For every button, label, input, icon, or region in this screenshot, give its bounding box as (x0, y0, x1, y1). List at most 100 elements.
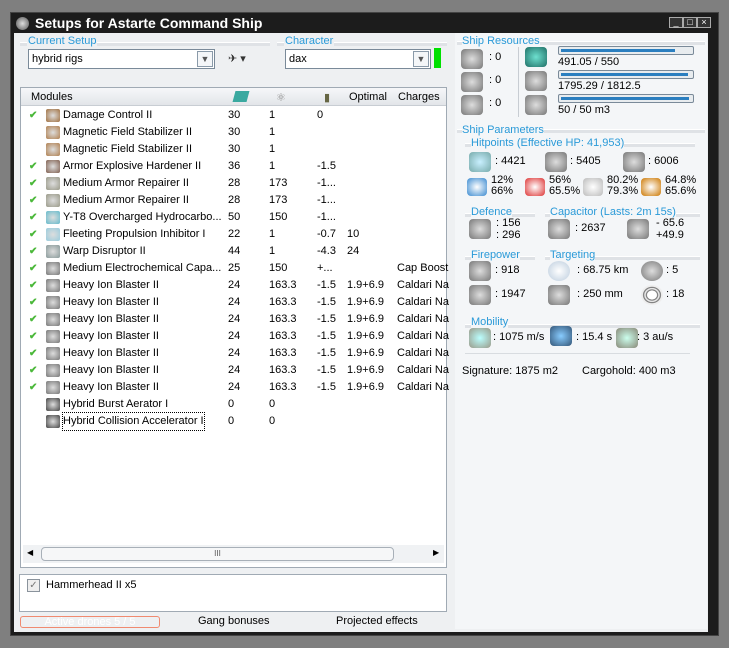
drone-checkbox[interactable]: ✓ (27, 579, 40, 592)
module-icon (46, 364, 60, 377)
active-check-icon[interactable]: ✔ (29, 226, 37, 243)
close-button[interactable]: × (697, 17, 711, 28)
module-powergrid: 163.3 (269, 381, 297, 393)
table-row[interactable]: ✔ Medium Armor Repairer II 28 173 -1... (21, 175, 446, 192)
maximize-button[interactable]: □ (683, 17, 697, 28)
module-powergrid: 1 (269, 160, 276, 172)
table-row[interactable]: ✔ Heavy Ion Blaster II 24 163.3 -1.5 1.9+6.9 C… (21, 362, 449, 379)
ship-menu-button[interactable]: ✈ ▾ (228, 52, 246, 65)
ship-parameters-label: Ship Parameters (462, 124, 544, 136)
character-label: Character (284, 35, 335, 47)
module-capacitor: 0 (317, 109, 324, 121)
active-check-icon[interactable]: ✔ (29, 243, 37, 260)
tab-active-drones[interactable]: Active drones 5 / 5 (20, 616, 160, 628)
table-row[interactable]: ✔ Damage Control II 30 1 0 (21, 107, 446, 124)
table-row[interactable]: ✔ Heavy Ion Blaster II 24 163.3 -1.5 1.9+6.9 C… (21, 311, 449, 328)
targeting-range-icon (548, 261, 570, 281)
module-powergrid: 0 (269, 415, 276, 427)
capacitor-column-icon[interactable]: ▮ (324, 91, 330, 104)
current-setup-select[interactable]: hybrid rigs ▼ (28, 49, 215, 69)
active-check-icon[interactable]: ✔ (29, 345, 37, 362)
module-powergrid: 150 (269, 262, 288, 274)
module-cpu: 24 (228, 347, 241, 359)
active-check-icon[interactable]: ✔ (29, 175, 37, 192)
module-capacitor: -1... (317, 211, 336, 223)
table-row[interactable]: ✔ Heavy Ion Blaster II 24 163.3 -1.5 1.9+6.9 C… (21, 328, 449, 345)
table-row[interactable]: ✔ Armor Explosive Hardener II 36 1 -1.5 (21, 158, 446, 175)
active-check-icon[interactable]: ✔ (29, 158, 37, 175)
horizontal-scrollbar[interactable]: ◀ III ▶ (23, 545, 444, 563)
column-charges[interactable]: Charges (398, 91, 440, 103)
character-status-indicator (434, 48, 441, 68)
scroll-right-arrow-icon[interactable]: ▶ (433, 548, 439, 557)
explosive-resist-icon (641, 178, 661, 196)
dps-value: : 918 (495, 264, 520, 276)
module-cpu: 28 (228, 177, 241, 189)
module-optimal: 1.9+6.9 (347, 381, 385, 393)
powergrid-column-icon[interactable]: ⚛ (276, 91, 286, 104)
module-cpu: 24 (228, 364, 241, 376)
module-icon (46, 279, 60, 292)
active-check-icon[interactable]: ✔ (29, 294, 37, 311)
active-check-icon[interactable]: ✔ (29, 260, 37, 277)
column-modules[interactable]: Modules (31, 91, 73, 103)
module-capacitor: -1.5 (317, 313, 336, 325)
module-optimal: 1.9+6.9 (347, 313, 385, 325)
table-row[interactable]: ✔ Heavy Ion Blaster II 24 163.3 -1.5 1.9+6.9 C… (21, 277, 449, 294)
cap-recharge: +49.9 (656, 229, 684, 241)
module-icon (46, 245, 60, 258)
cpu-column-icon[interactable] (232, 91, 250, 102)
scroll-thumb[interactable]: III (41, 547, 394, 561)
active-check-icon[interactable]: ✔ (29, 107, 37, 124)
character-select[interactable]: dax ▼ (285, 49, 431, 69)
minimize-button[interactable]: _ (669, 17, 683, 28)
sensor-strength-icon (641, 285, 663, 305)
table-row[interactable]: ✔ Heavy Ion Blaster II 24 163.3 -1.5 1.9+6.9 C… (21, 345, 449, 362)
column-optimal[interactable]: Optimal (349, 91, 387, 103)
active-check-icon[interactable]: ✔ (29, 379, 37, 396)
table-row[interactable]: ✔ Medium Armor Repairer II 28 173 -1... (21, 192, 446, 209)
table-row[interactable]: ✔ Warp Disruptor II 44 1 -4.3 24 (21, 243, 446, 260)
shield-icon (469, 152, 491, 172)
table-row[interactable]: ✔ Y-T8 Overcharged Hydrocarbo... 50 150 -1..… (21, 209, 446, 226)
module-optimal: 24 (347, 245, 360, 257)
drone-bay-icon (525, 95, 547, 115)
ship-icon: ✈ (228, 53, 238, 65)
targeting-range: : 68.75 km (577, 264, 629, 276)
module-icon (46, 211, 60, 224)
active-check-icon[interactable]: ✔ (29, 362, 37, 379)
module-capacitor: -1.5 (317, 381, 336, 393)
app-logo-icon (16, 17, 29, 30)
scroll-grip: III (214, 549, 221, 558)
character-value: dax (289, 53, 307, 65)
module-charges: Caldari Na (397, 279, 449, 291)
table-row[interactable]: Hybrid Burst Aerator I 0 0 (21, 396, 446, 413)
active-check-icon[interactable]: ✔ (29, 209, 37, 226)
active-check-icon[interactable]: ✔ (29, 328, 37, 345)
chevron-down-icon[interactable]: ▼ (197, 51, 213, 67)
tab-gang-bonuses[interactable]: Gang bonuses (198, 615, 270, 627)
sensor-strength: : 18 (666, 288, 685, 300)
structure-icon (623, 152, 645, 172)
chevron-down-icon[interactable]: ▼ (413, 51, 429, 67)
active-check-icon[interactable]: ✔ (29, 311, 37, 328)
scan-resolution: : 250 mm (577, 288, 623, 300)
tab-projected-effects[interactable]: Projected effects (336, 615, 418, 627)
table-row[interactable]: ✔ Heavy Ion Blaster II 24 163.3 -1.5 1.9+6.9 C… (21, 379, 449, 396)
table-row[interactable]: ✔ Fleeting Propulsion Inhibitor I 22 1 -0.7 1… (21, 226, 446, 243)
module-icon (46, 296, 60, 309)
module-cpu: 30 (228, 143, 241, 155)
explosive-armor-resist: 65.6% (665, 185, 697, 197)
scroll-left-arrow-icon[interactable]: ◀ (27, 548, 33, 557)
active-check-icon[interactable]: ✔ (29, 277, 37, 294)
active-check-icon[interactable]: ✔ (29, 192, 37, 209)
window-title-text: Setups for Astarte Command Ship (35, 15, 263, 31)
module-name: Damage Control II (63, 109, 153, 121)
table-row[interactable]: Magnetic Field Stabilizer II 30 1 (21, 141, 446, 158)
table-row[interactable]: Magnetic Field Stabilizer II 30 1 (21, 124, 446, 141)
module-name: Heavy Ion Blaster II (63, 296, 159, 308)
table-row[interactable]: ✔ Heavy Ion Blaster II 24 163.3 -1.5 1.9+6.9 C… (21, 294, 449, 311)
cpu-value: 491.05 / 550 (558, 56, 620, 68)
table-row[interactable]: ✔ Medium Electrochemical Capa... 25 150 +...… (21, 260, 448, 277)
table-row[interactable]: Hybrid Collision Accelerator I 0 0 (21, 412, 446, 431)
